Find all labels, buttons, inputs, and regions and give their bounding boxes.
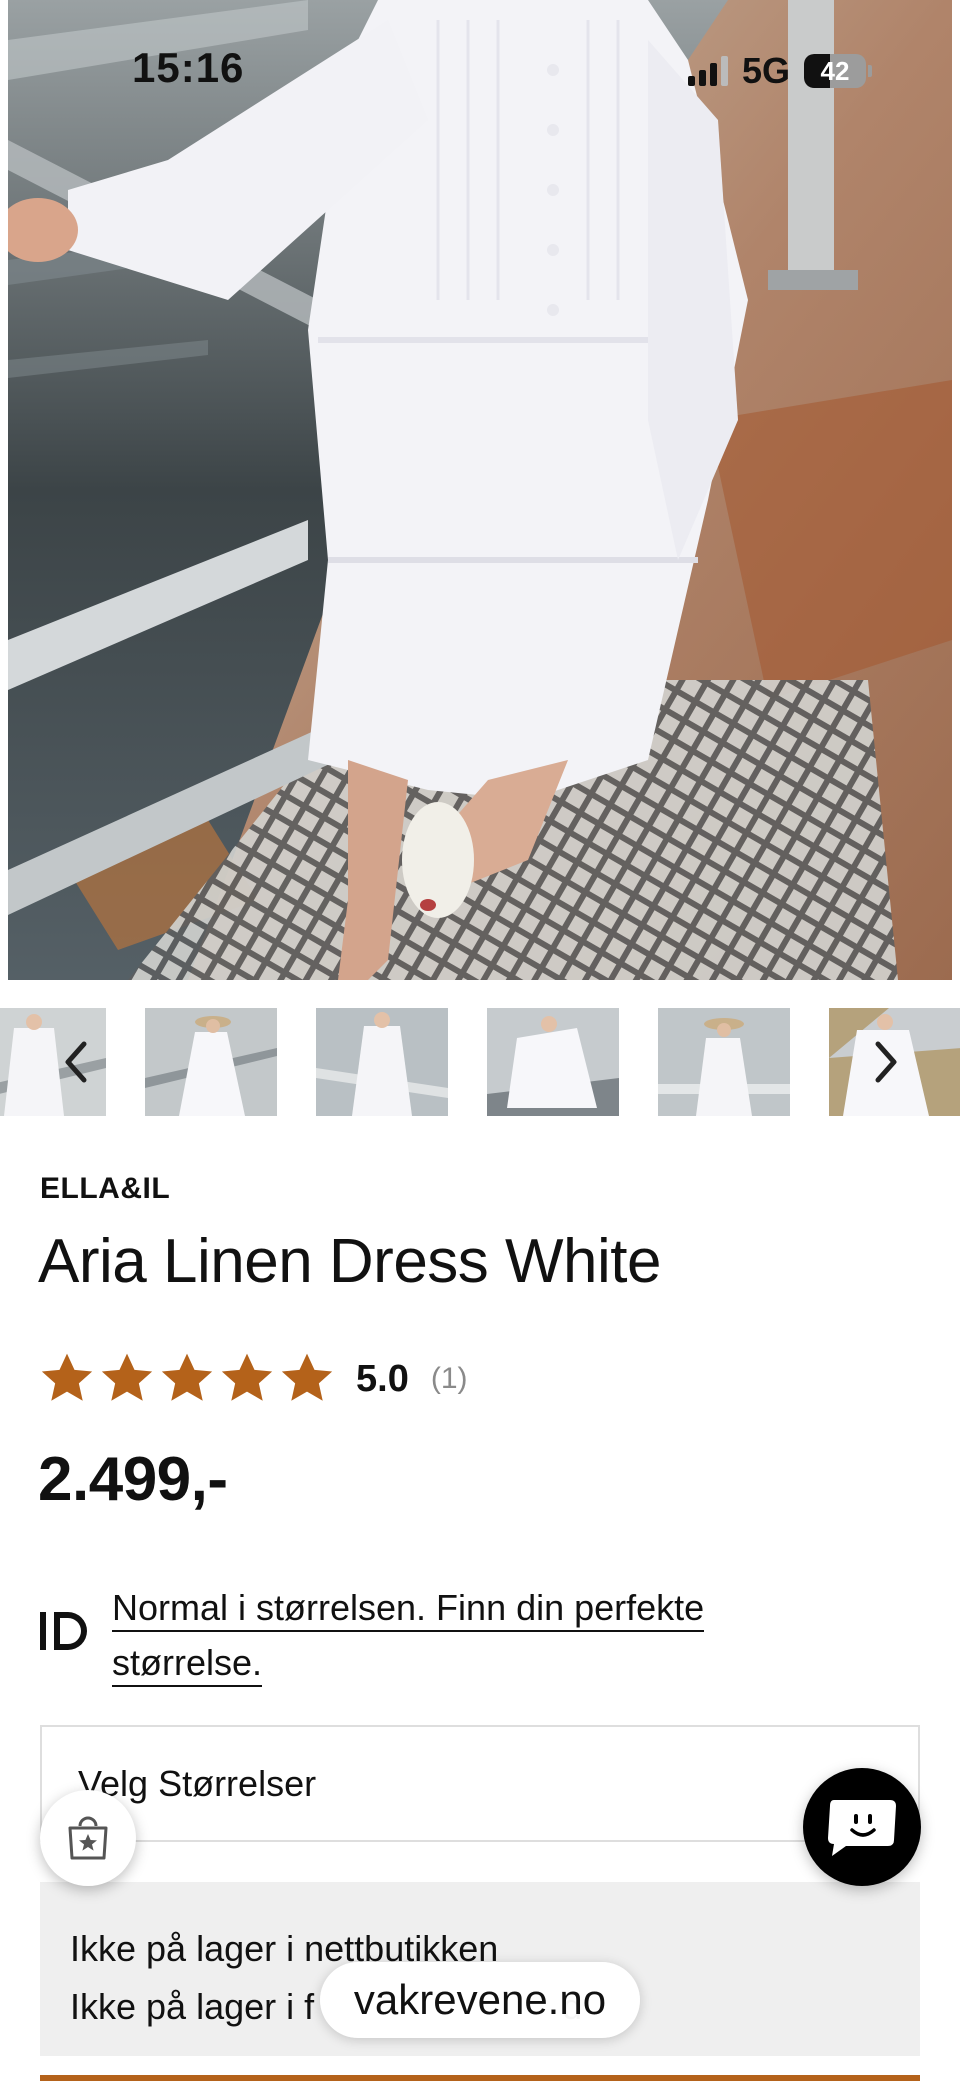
thumbnail[interactable] (145, 1008, 277, 1116)
network-type: 5G (741, 50, 790, 91)
size-select[interactable]: Velg Størrelser (40, 1725, 920, 1842)
add-to-cart-bar[interactable] (40, 2075, 920, 2081)
thumbnail-prev-button[interactable] (52, 1036, 102, 1088)
status-time: 15:16 (132, 44, 245, 91)
thumbnail[interactable] (316, 1008, 448, 1116)
thumbnail-next-button[interactable] (860, 1036, 910, 1088)
browser-url-bar[interactable]: vakrevene.no (320, 1962, 640, 2038)
star-icon (41, 1353, 93, 1401)
rating-count: (1) (430, 1362, 468, 1395)
rating-value: 5.0 (356, 1357, 409, 1400)
hero-photo (8, 0, 952, 980)
fit-finder-link[interactable]: Normal i størrelsen. Finn din perfekte s… (112, 1580, 812, 1690)
wishlist-button[interactable] (40, 1790, 136, 1886)
battery-icon: 42 (804, 54, 872, 88)
battery-level: 42 (820, 56, 850, 86)
chevron-right-icon (875, 1041, 897, 1083)
rating-stars (38, 1350, 336, 1408)
chat-smiley-icon (828, 1800, 896, 1856)
thumbnail-strip (0, 1008, 960, 1116)
shopping-bag-star-icon (68, 1816, 108, 1860)
product-hero-image[interactable]: 15:16 5G 42 (8, 0, 952, 980)
fit-text-line2: størrelse. (112, 1642, 263, 1687)
chat-button[interactable] (803, 1768, 921, 1886)
thumbnail[interactable] (658, 1008, 790, 1116)
product-brand[interactable]: ELLA&IL (40, 1172, 170, 1206)
cellular-signal-icon (687, 56, 728, 86)
thumbnail[interactable] (487, 1008, 619, 1116)
product-price: 2.499,- (38, 1445, 228, 1514)
url-text: vakrevene.no (353, 1976, 607, 2023)
status-indicators: 5G 42 (687, 50, 872, 92)
id-icon (40, 1612, 87, 1650)
star-icon (161, 1353, 213, 1401)
product-rating[interactable]: 5.0 (1) (38, 1350, 468, 1408)
star-icon (281, 1353, 333, 1401)
fit-text-line1: Normal i størrelsen. Finn din perfekte (112, 1587, 705, 1632)
star-icon (101, 1353, 153, 1401)
chevron-left-icon (65, 1041, 87, 1083)
star-icon (221, 1353, 273, 1401)
product-title: Aria Linen Dress White (38, 1227, 662, 1296)
size-fit-guide: Normal i størrelsen. Finn din perfekte s… (38, 1580, 812, 1690)
